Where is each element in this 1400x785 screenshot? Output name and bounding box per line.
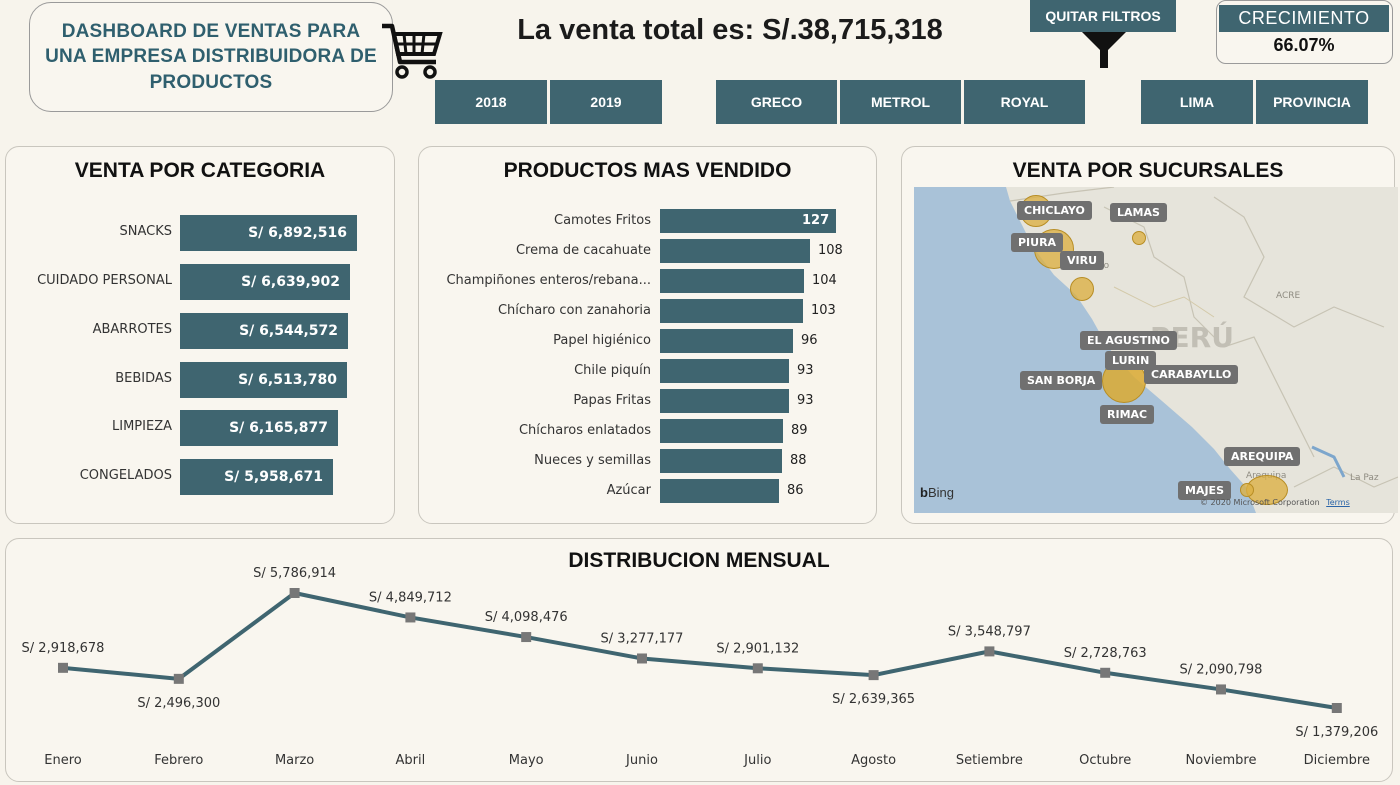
monthly-point[interactable]: [984, 646, 995, 657]
monthly-point[interactable]: [752, 663, 763, 674]
monthly-point[interactable]: [868, 670, 879, 681]
month-tick-label: Marzo: [275, 753, 314, 768]
monthly-point[interactable]: [637, 653, 647, 664]
monthly-data-label: S/ 2,090,798: [1180, 662, 1263, 677]
month-tick-label: Setiembre: [956, 753, 1023, 768]
monthly-point[interactable]: [521, 632, 532, 643]
monthly-data-label: S/ 2,918,678: [22, 641, 105, 656]
monthly-data-label: S/ 1,379,206: [1295, 725, 1378, 740]
monthly-point[interactable]: [1331, 703, 1342, 713]
month-tick-label: Julio: [743, 753, 771, 768]
month-tick-label: Enero: [44, 753, 82, 768]
monthly-point[interactable]: [1216, 684, 1226, 695]
month-tick-label: Noviembre: [1186, 753, 1257, 768]
monthly-data-label: S/ 4,849,712: [369, 590, 452, 605]
monthly-point[interactable]: [405, 612, 416, 623]
monthly-point[interactable]: [1100, 667, 1111, 678]
monthly-data-label: S/ 2,639,365: [832, 692, 915, 707]
monthly-data-label: S/ 2,901,132: [716, 641, 799, 656]
monthly-data-label: S/ 3,277,177: [601, 631, 684, 646]
monthly-point[interactable]: [173, 673, 184, 684]
monthly-data-label: S/ 2,728,763: [1064, 646, 1147, 661]
monthly-point[interactable]: [289, 588, 300, 598]
month-tick-label: Diciembre: [1304, 753, 1370, 768]
month-tick-label: Mayo: [509, 753, 544, 768]
month-tick-label: Junio: [625, 753, 658, 768]
month-tick-label: Abril: [396, 753, 426, 768]
monthly-data-label: S/ 3,548,797: [948, 624, 1031, 639]
monthly-line-chart[interactable]: S/ 2,918,678 Enero S/ 2,496,300 Febrero S/ 5…: [0, 0, 1400, 785]
monthly-data-label: S/ 4,098,476: [485, 610, 568, 625]
month-tick-label: Agosto: [851, 753, 896, 768]
month-tick-label: Febrero: [154, 753, 203, 768]
monthly-point[interactable]: [58, 662, 68, 673]
monthly-data-label: S/ 5,786,914: [253, 566, 336, 581]
monthly-data-label: S/ 2,496,300: [137, 696, 220, 711]
month-tick-label: Octubre: [1079, 753, 1131, 768]
